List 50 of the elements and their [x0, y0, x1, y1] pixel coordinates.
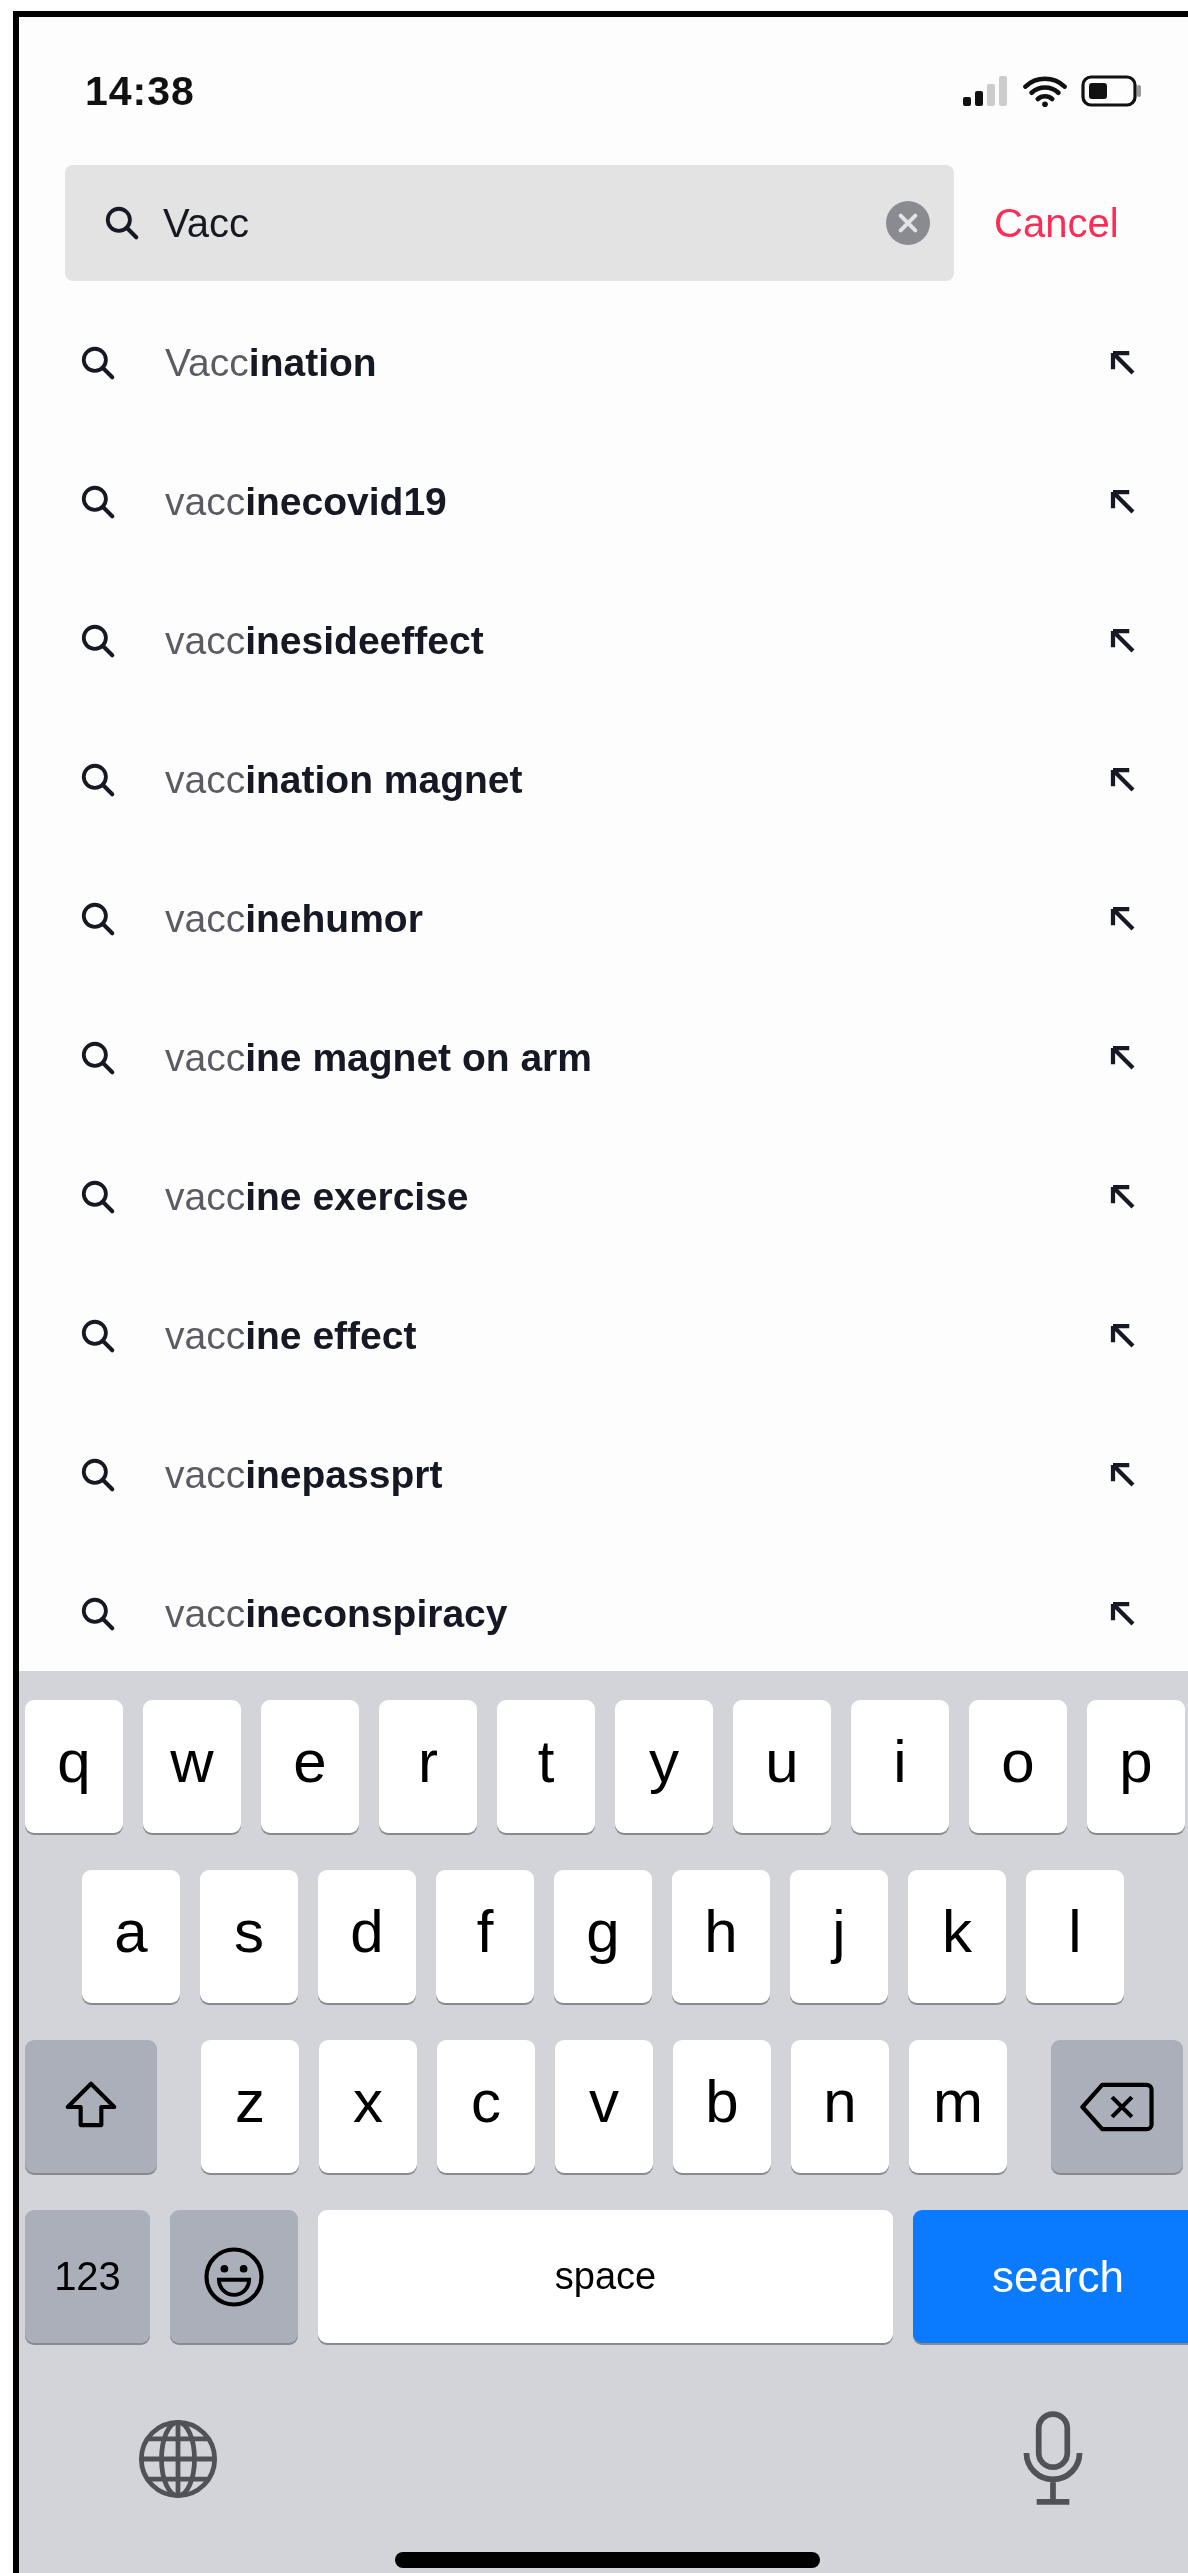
letter-key[interactable]: z	[201, 2040, 299, 2173]
letter-key[interactable]: a	[82, 1870, 180, 2003]
suggestion-text[interactable]: vaccinehumor	[165, 896, 1108, 941]
suggestion-text[interactable]: vaccinecovid19	[165, 479, 1108, 524]
letter-key[interactable]: k	[908, 1870, 1006, 2003]
emoji-key[interactable]	[170, 2210, 298, 2343]
search-key[interactable]: search	[913, 2210, 1188, 2343]
letter-key[interactable]: j	[790, 1870, 888, 2003]
suggestion-text[interactable]: vaccinepassprt	[165, 1452, 1108, 1497]
backspace-key[interactable]	[1051, 2040, 1183, 2173]
signal-icon	[963, 76, 1009, 106]
search-icon	[103, 204, 141, 242]
letter-key[interactable]: x	[319, 2040, 417, 2173]
letter-key[interactable]: s	[200, 1870, 298, 2003]
letter-key[interactable]: f	[436, 1870, 534, 2003]
suggestion-text[interactable]: vaccine exercise	[165, 1174, 1108, 1219]
letter-key[interactable]: m	[909, 2040, 1007, 2173]
letter-key[interactable]: i	[851, 1700, 949, 1833]
wifi-icon	[1023, 75, 1067, 107]
suggestion-text[interactable]: vaccine effect	[165, 1313, 1108, 1358]
letter-key[interactable]: t	[497, 1700, 595, 1833]
letter-key[interactable]: e	[261, 1700, 359, 1833]
search-field[interactable]: Vacc	[65, 165, 954, 281]
letter-key[interactable]: u	[733, 1700, 831, 1833]
letter-key[interactable]: c	[437, 2040, 535, 2173]
suggestion-text[interactable]: vaccinesideeffect	[165, 618, 1108, 663]
letter-key[interactable]: n	[791, 2040, 889, 2173]
shift-key[interactable]	[25, 2040, 157, 2173]
letter-key[interactable]: l	[1026, 1870, 1124, 2003]
suggestion-text[interactable]: vaccineconspiracy	[165, 1591, 1108, 1636]
letter-key[interactable]: y	[615, 1700, 713, 1833]
letter-key[interactable]: p	[1087, 1700, 1185, 1833]
letter-key[interactable]: d	[318, 1870, 416, 2003]
numbers-key[interactable]: 123	[25, 2210, 150, 2343]
letter-key[interactable]: h	[672, 1870, 770, 2003]
letter-key[interactable]: r	[379, 1700, 477, 1833]
suggestion-text[interactable]: vaccine magnet on arm	[165, 1035, 1108, 1080]
letter-key[interactable]: w	[143, 1700, 241, 1833]
clear-icon[interactable]	[886, 201, 930, 245]
letter-key[interactable]: b	[673, 2040, 771, 2173]
suggestion-text[interactable]: vaccination magnet	[165, 757, 1108, 802]
letter-key[interactable]: q	[25, 1700, 123, 1833]
space-key[interactable]: space	[318, 2210, 893, 2343]
battery-icon	[1081, 75, 1143, 107]
suggestion-text[interactable]: Vaccination	[165, 340, 1108, 385]
cancel-button[interactable]: Cancel	[994, 200, 1119, 246]
clock-time: 14:38	[85, 67, 195, 115]
letter-key[interactable]: o	[969, 1700, 1067, 1833]
letter-key[interactable]: g	[554, 1870, 652, 2003]
letter-key[interactable]: v	[555, 2040, 653, 2173]
